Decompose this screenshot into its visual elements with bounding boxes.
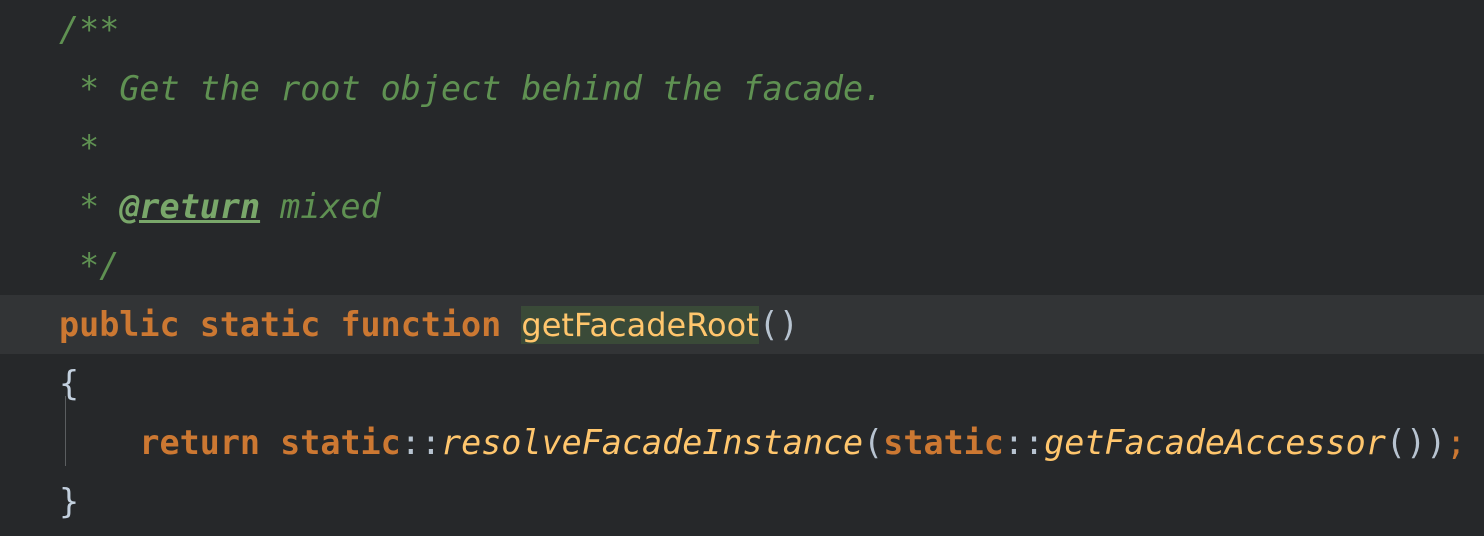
token-keyword: return static <box>139 423 401 462</box>
token-comment: * Get the root object behind the facade. <box>79 69 884 108</box>
token-comment: * <box>79 128 100 167</box>
token-punct: ()) <box>1385 423 1447 462</box>
token-doctag: @return <box>119 187 261 226</box>
token-brace: { <box>59 364 80 403</box>
token-punct: :: <box>1003 423 1045 462</box>
code-line[interactable]: /** <box>0 0 1484 59</box>
token-method-italic: getFacadeAccessor <box>1044 423 1386 462</box>
token-brace: } <box>59 482 80 521</box>
token-comment: */ <box>79 246 120 285</box>
code-line[interactable]: * <box>0 118 1484 177</box>
token-semi: ; <box>1446 423 1467 462</box>
code-line[interactable]: } <box>0 472 1484 531</box>
code-line[interactable]: */ <box>0 236 1484 295</box>
token-method-decl[interactable]: getFacadeRoot <box>521 306 759 344</box>
token-comment: /** <box>59 10 120 49</box>
code-line[interactable]: * @return mixed <box>0 177 1484 236</box>
token-keyword: public static function <box>59 305 522 344</box>
code-line[interactable]: return static::resolveFacadeInstance(sta… <box>0 413 1484 472</box>
code-line[interactable]: * Get the root object behind the facade. <box>0 59 1484 118</box>
token-comment: mixed <box>260 187 381 226</box>
token-comment: * <box>79 187 120 226</box>
token-method-italic: resolveFacadeInstance <box>440 423 864 462</box>
code-line[interactable]: public static function getFacadeRoot() <box>0 295 1484 354</box>
token-punct: () <box>758 305 799 344</box>
token-keyword: static <box>883 423 1004 462</box>
token-punct: :: <box>400 423 441 462</box>
code-editor[interactable]: /** * Get the root object behind the fac… <box>0 0 1484 536</box>
token-punct: ( <box>863 423 884 462</box>
code-line[interactable]: { <box>0 354 1484 413</box>
code-lines-container[interactable]: /** * Get the root object behind the fac… <box>0 0 1484 536</box>
indent-guide <box>65 396 66 466</box>
